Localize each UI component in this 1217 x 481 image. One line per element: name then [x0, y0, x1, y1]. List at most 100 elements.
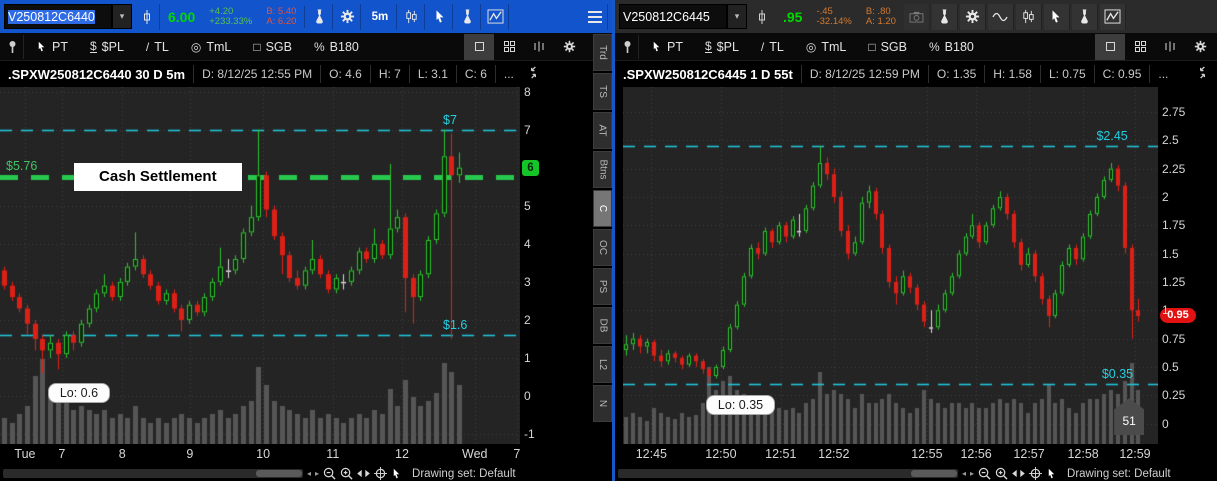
grid-layout-icon[interactable] — [494, 34, 524, 60]
pin-icon[interactable] — [2, 35, 24, 59]
drawing-set-label[interactable]: Drawing set: Default — [1067, 468, 1171, 480]
menu-icon[interactable] — [582, 4, 608, 30]
side-tab-ts[interactable]: TS — [593, 73, 612, 110]
side-tab-c[interactable]: C — [593, 190, 612, 227]
candle-pattern-icon[interactable] — [1016, 4, 1042, 30]
tool-tl-button[interactable]: / TL — [751, 35, 794, 59]
collapse-arrows-icon[interactable] — [1196, 66, 1209, 82]
right-time-axis[interactable]: 12:4512:5012:5112:5212:5512:5612:5712:58… — [615, 444, 1217, 466]
zoom-out-icon[interactable] — [978, 467, 991, 480]
drawings-pattern-icon[interactable] — [1100, 4, 1126, 30]
scroll-left-icon[interactable]: ◂ — [962, 469, 966, 478]
studies-flask-icon[interactable] — [307, 4, 333, 30]
maximize-icon[interactable] — [1095, 34, 1125, 60]
side-tab-btns[interactable]: Btns — [593, 151, 612, 188]
tool-tl-button[interactable]: / TL — [136, 35, 179, 59]
ohlc-more[interactable]: ... — [1149, 65, 1176, 83]
left-status-bar: ◂ ▸ Drawing set: Default — [0, 466, 612, 481]
symbol-input[interactable]: V250812C6445 — [619, 4, 727, 29]
scroll-right-icon[interactable]: ▸ — [315, 469, 319, 478]
ohlc-more[interactable]: ... — [495, 65, 522, 83]
y-tick-label: 3 — [524, 275, 531, 289]
side-tab-n[interactable]: N — [593, 385, 612, 422]
chart-datetime: D: 8/12/25 12:59 PM — [801, 65, 928, 83]
x-tick-label: Wed — [462, 447, 487, 461]
gear-icon[interactable] — [554, 34, 584, 60]
fit-bars-icon[interactable] — [1155, 34, 1185, 60]
tool-spl-button[interactable]: $ $PL — [80, 35, 134, 59]
cursor-icon[interactable] — [391, 467, 402, 480]
pan-arrows-icon[interactable] — [1012, 469, 1025, 478]
left-price-axis[interactable]: 6 87543210-1 — [520, 87, 592, 444]
symbol-text: V250812C6445 — [623, 10, 710, 24]
fit-bars-icon[interactable] — [524, 34, 554, 60]
maximize-icon[interactable] — [464, 34, 494, 60]
cursor-tool-icon[interactable] — [1044, 4, 1070, 30]
grid-layout-icon[interactable] — [1125, 34, 1155, 60]
side-tab-db[interactable]: DB — [593, 307, 612, 344]
chart-scrollbar[interactable] — [3, 469, 303, 478]
chart-link-icon[interactable] — [134, 4, 160, 30]
tool-pt-button[interactable]: PT — [26, 35, 78, 59]
side-tab-ps[interactable]: PS — [593, 268, 612, 305]
x-tick-label: 12:57 — [1013, 447, 1044, 461]
candle-pattern-icon[interactable] — [399, 4, 425, 30]
zoom-in-icon[interactable] — [995, 467, 1008, 480]
price-change: +4.20 +233.33% — [203, 7, 258, 27]
zoom-out-icon[interactable] — [323, 467, 336, 480]
pan-arrows-icon[interactable] — [357, 469, 370, 478]
collapse-arrows-icon[interactable] — [527, 66, 540, 82]
scrollbar-handle[interactable] — [256, 470, 302, 477]
chart-link-icon[interactable] — [749, 4, 775, 30]
settings-gear-icon[interactable] — [335, 4, 361, 30]
settings-gear-icon[interactable] — [960, 4, 986, 30]
strategies-flask-icon[interactable] — [455, 4, 481, 30]
crosshair-icon[interactable] — [1029, 467, 1042, 480]
scrollbar-handle[interactable] — [911, 470, 957, 477]
price-chart-canvas[interactable] — [623, 87, 1158, 444]
gear-icon[interactable] — [1185, 34, 1215, 60]
scroll-left-icon[interactable]: ◂ — [307, 469, 311, 478]
drawing-set-label[interactable]: Drawing set: Default — [412, 468, 516, 480]
tool-spl-button[interactable]: $ $PL — [695, 35, 749, 59]
cash-settlement-note[interactable]: Cash Settlement — [74, 163, 242, 191]
tool-b180-button[interactable]: % B180 — [919, 35, 984, 59]
pin-icon[interactable] — [617, 35, 639, 59]
square-icon: □ — [868, 40, 875, 54]
line-style-icon[interactable] — [988, 4, 1014, 30]
zoom-in-icon[interactable] — [340, 467, 353, 480]
tool-pt-button[interactable]: PT — [641, 35, 693, 59]
snapshot-camera-icon[interactable] — [904, 4, 930, 30]
x-tick-label: 12 — [395, 447, 409, 461]
tool-tml-button[interactable]: ◎ TmL — [796, 35, 856, 59]
y-tick-label: 2.75 — [1162, 105, 1185, 119]
drawings-pattern-icon[interactable] — [483, 4, 509, 30]
symbol-input[interactable]: V250812C6440 — [4, 4, 112, 29]
tool-sgb-button[interactable]: □ SGB — [243, 35, 302, 59]
studies-flask-icon[interactable] — [932, 4, 958, 30]
ohlc-open: O: 1.35 — [928, 65, 984, 83]
timeframe-button[interactable]: 5m — [363, 4, 397, 30]
left-time-axis[interactable]: Tue789101112Wed7 — [0, 444, 612, 466]
right-price-axis[interactable]: 0.95 2.752.52.2521.751.51.2510.750.50.25… — [1158, 87, 1217, 444]
tool-tml-button[interactable]: ◎ TmL — [181, 35, 241, 59]
scroll-right-icon[interactable]: ▸ — [970, 469, 974, 478]
cursor-tool-icon[interactable] — [427, 4, 453, 30]
strategies-flask-icon[interactable] — [1072, 4, 1098, 30]
symbol-dropdown-button[interactable]: ▾ — [112, 4, 132, 29]
side-tab-oc[interactable]: OC — [593, 229, 612, 266]
y-tick-label: 1 — [1162, 303, 1169, 317]
x-tick-label: 12:56 — [960, 447, 991, 461]
chart-scrollbar[interactable] — [618, 469, 958, 478]
y-tick-label: 0.75 — [1162, 332, 1185, 346]
y-tick-label: 2.25 — [1162, 162, 1185, 176]
symbol-dropdown-button[interactable]: ▾ — [727, 4, 747, 29]
side-tab-trd[interactable]: Trd — [593, 34, 612, 71]
tool-sgb-button[interactable]: □ SGB — [858, 35, 917, 59]
crosshair-icon[interactable] — [374, 467, 387, 480]
side-tab-at[interactable]: AT — [593, 112, 612, 149]
cursor-icon[interactable] — [1046, 467, 1057, 480]
tool-b180-button[interactable]: % B180 — [304, 35, 369, 59]
side-tab-l2[interactable]: L2 — [593, 346, 612, 383]
chart-symbol-spec: .SPXW250812C6445 1 D 55t — [615, 67, 801, 82]
